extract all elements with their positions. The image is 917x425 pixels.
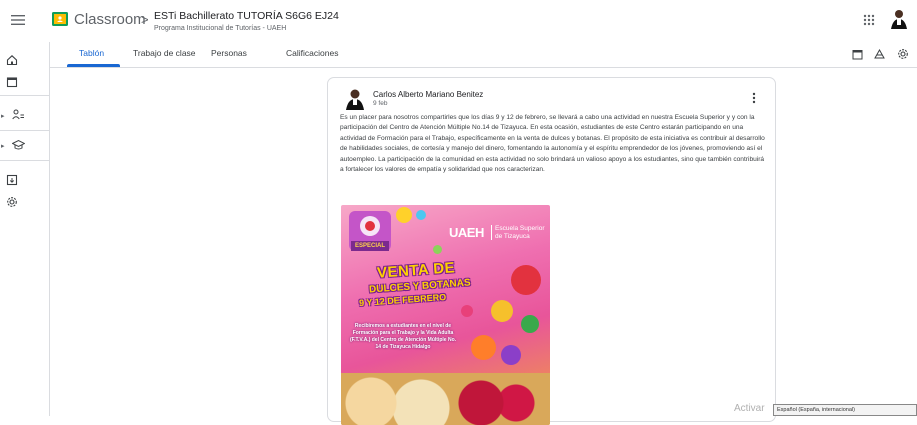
flyer-school-name: Escuela Superior de Tizayuca (491, 225, 545, 240)
post-author[interactable]: Carlos Alberto Mariano Benitez (373, 90, 483, 99)
candy-decoration (471, 335, 496, 360)
apps-grid-icon[interactable] (862, 13, 876, 27)
calendar-nav-icon[interactable] (5, 75, 19, 89)
candy-decoration (501, 345, 521, 365)
tab-trabajo-de-clase[interactable]: Trabajo de clase (133, 48, 196, 58)
settings-gear-icon[interactable] (897, 48, 909, 60)
top-app-bar: Classroom > ESTi Bachillerato TUTORÍA S6… (0, 0, 917, 40)
classroom-logo-icon[interactable] (52, 11, 68, 27)
flyer-snacks-photo (341, 373, 550, 425)
enrolled-school-icon[interactable] (11, 138, 25, 152)
drive-folder-icon[interactable] (873, 48, 885, 60)
post-image-attachment[interactable]: ESPECIAL UAEH Escuela Superior de Tizayu… (341, 205, 550, 425)
active-tab-indicator (67, 64, 120, 67)
breadcrumb-chevron-icon: > (141, 12, 149, 27)
language-tooltip: Español (España, internacional) (773, 404, 917, 416)
candy-decoration (461, 305, 473, 317)
post-body: Es un placer para nosotros compartirles … (340, 114, 765, 174)
post-date: 9 feb (373, 100, 388, 107)
flyer-description: Recibiremos a estudiantes en el nivel de… (349, 323, 457, 350)
author-avatar[interactable] (343, 87, 367, 111)
home-icon[interactable] (5, 53, 19, 67)
expand-caret-icon[interactable]: ▸ (1, 142, 5, 150)
tab-personas[interactable]: Personas (211, 48, 247, 58)
activation-watermark: Activar (734, 403, 765, 414)
candy-decoration (521, 315, 539, 333)
nav-divider (0, 160, 50, 161)
tab-tablon[interactable]: Tablón (79, 48, 104, 58)
tab-bar: Tablón Trabajo de clase Personas Calific… (50, 42, 917, 68)
tab-calificaciones[interactable]: Calificaciones (286, 48, 338, 58)
archived-classes-icon[interactable] (5, 173, 19, 187)
flyer-school-line-1: Escuela Superior (495, 225, 545, 232)
candy-decoration (396, 207, 412, 223)
flyer-uaeh-logo: UAEH (449, 225, 484, 240)
settings-icon[interactable] (5, 195, 19, 209)
nav-divider (0, 130, 50, 131)
candy-decoration (416, 210, 426, 220)
nav-divider (0, 95, 50, 96)
class-subtitle: Programa Institucional de Tutorías - UAE… (154, 25, 287, 32)
people-teaching-icon[interactable] (11, 108, 25, 122)
expand-caret-icon[interactable]: ▸ (1, 112, 5, 120)
class-title[interactable]: ESTi Bachillerato TUTORÍA S6G6 EJ24 (154, 10, 339, 22)
flyer-school-line-2: de Tizayuca (495, 232, 530, 240)
side-navigation: ▸ ▸ (0, 42, 50, 416)
menu-icon[interactable] (10, 12, 26, 28)
account-avatar[interactable] (888, 8, 910, 30)
announcement-card[interactable]: Carlos Alberto Mariano Benitez 9 feb Es … (327, 77, 776, 425)
candy-decoration (511, 265, 541, 295)
calendar-icon[interactable] (851, 48, 863, 60)
flyer-especial-label: ESPECIAL (351, 241, 389, 251)
more-options-icon[interactable] (748, 91, 760, 105)
app-name[interactable]: Classroom (74, 11, 146, 28)
candy-decoration (433, 245, 442, 254)
candy-decoration (491, 300, 513, 322)
